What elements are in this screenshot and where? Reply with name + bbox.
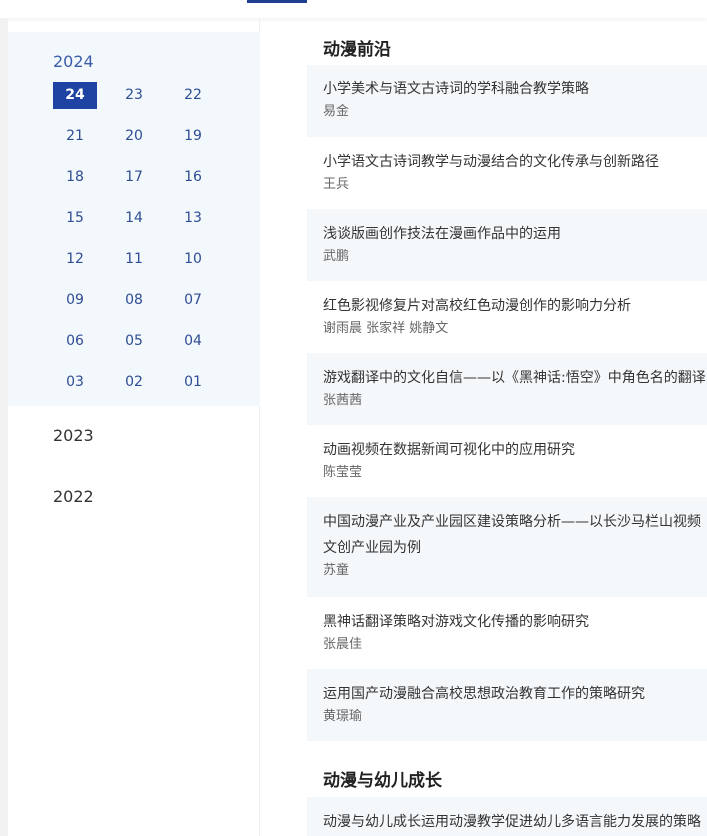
issue-10[interactable]: 10 <box>171 246 215 273</box>
issue-18[interactable]: 18 <box>53 164 97 191</box>
article-title[interactable]: 小学语文古诗词教学与动漫结合的文化传承与创新路径 <box>323 149 707 175</box>
year-2023-label[interactable]: 2023 <box>53 426 94 445</box>
issue-17[interactable]: 17 <box>112 164 156 191</box>
article-title[interactable]: 运用国产动漫融合高校思想政治教育工作的策略研究 <box>323 681 707 707</box>
article-item[interactable]: 中国动漫产业及产业园区建设策略分析——以长沙马栏山视频文创产业园为例 苏童 <box>307 497 707 597</box>
issue-22[interactable]: 22 <box>171 82 215 109</box>
article-item[interactable]: 游戏翻译中的文化自信——以《黑神话:悟空》中角色名的翻译 张茜茜 <box>307 353 707 425</box>
article-item[interactable]: 红色影视修复片对高校红色动漫创作的影响力分析 谢雨晨 张家祥 姚静文 <box>307 281 707 353</box>
issue-23[interactable]: 23 <box>112 82 156 109</box>
article-authors: 武鹏 <box>323 249 350 264</box>
article-title[interactable]: 浅谈版画创作技法在漫画作品中的运用 <box>323 221 707 247</box>
issue-07[interactable]: 07 <box>171 287 215 314</box>
article-title[interactable]: 小学美术与语文古诗词的学科融合教学策略 <box>323 76 707 102</box>
issue-16[interactable]: 16 <box>171 164 215 191</box>
article-item[interactable]: 黑神话翻译策略对游戏文化传播的影响研究 张晨佳 <box>307 597 707 669</box>
year-2024-label[interactable]: 2024 <box>53 52 94 71</box>
article-authors: 陈莹莹 <box>323 465 363 480</box>
article-title[interactable]: 黑神话翻译策略对游戏文化传播的影响研究 <box>323 609 707 635</box>
article-authors: 张茜茜 <box>323 393 363 408</box>
issue-11[interactable]: 11 <box>112 246 156 273</box>
issue-05[interactable]: 05 <box>112 328 156 355</box>
issue-01[interactable]: 01 <box>171 369 215 396</box>
article-title[interactable]: 红色影视修复片对高校红色动漫创作的影响力分析 <box>323 293 707 319</box>
issue-21[interactable]: 21 <box>53 123 97 150</box>
article-authors: 王兵 <box>323 177 350 192</box>
year-2022-label[interactable]: 2022 <box>53 487 94 506</box>
article-authors: 张晨佳 <box>323 637 363 652</box>
issue-20[interactable]: 20 <box>112 123 156 150</box>
article-authors: 易金 <box>323 104 350 119</box>
active-tab-indicator <box>247 0 307 3</box>
article-authors: 谢雨晨 张家祥 姚静文 <box>323 321 449 336</box>
article-title[interactable]: 游戏翻译中的文化自信——以《黑神话:悟空》中角色名的翻译 <box>323 365 707 391</box>
issue-14[interactable]: 14 <box>112 205 156 232</box>
issue-13[interactable]: 13 <box>171 205 215 232</box>
issue-03[interactable]: 03 <box>53 369 97 396</box>
issue-24[interactable]: 24 <box>53 82 97 109</box>
article-list: 动漫前沿 小学美术与语文古诗词的学科融合教学策略 易金 小学语文古诗词教学与动漫… <box>307 18 707 836</box>
article-authors: 苏童 <box>323 563 350 578</box>
section-title: 动漫前沿 <box>323 40 391 60</box>
issue-12[interactable]: 12 <box>53 246 97 273</box>
issue-08[interactable]: 08 <box>112 287 156 314</box>
article-title[interactable]: 动漫与幼儿成长运用动漫教学促进幼儿多语言能力发展的策略 <box>323 809 707 835</box>
top-nav-bar <box>0 0 707 18</box>
article-item[interactable]: 浅谈版画创作技法在漫画作品中的运用 武鹏 <box>307 209 707 281</box>
article-title[interactable]: 动画视频在数据新闻可视化中的应用研究 <box>323 437 707 463</box>
issue-19[interactable]: 19 <box>171 123 215 150</box>
article-item[interactable]: 动漫与幼儿成长运用动漫教学促进幼儿多语言能力发展的策略 <box>307 797 707 836</box>
left-edge-divider <box>0 18 8 836</box>
issue-06[interactable]: 06 <box>53 328 97 355</box>
article-item[interactable]: 小学美术与语文古诗词的学科融合教学策略 易金 <box>307 65 707 137</box>
issue-15[interactable]: 15 <box>53 205 97 232</box>
article-authors: 黄璟瑜 <box>323 709 363 724</box>
issue-09[interactable]: 09 <box>53 287 97 314</box>
article-item[interactable]: 小学语文古诗词教学与动漫结合的文化传承与创新路径 王兵 <box>307 137 707 209</box>
issue-04[interactable]: 04 <box>171 328 215 355</box>
article-title[interactable]: 中国动漫产业及产业园区建设策略分析——以长沙马栏山视频文创产业园为例 <box>323 509 707 561</box>
section-title: 动漫与幼儿成长 <box>323 771 442 791</box>
article-item[interactable]: 运用国产动漫融合高校思想政治教育工作的策略研究 黄璟瑜 <box>307 669 707 741</box>
issue-sidebar: 2024 24 23 22 21 20 19 18 17 16 15 14 13… <box>8 18 260 836</box>
year-2024-panel: 2024 24 23 22 21 20 19 18 17 16 15 14 13… <box>8 32 260 406</box>
article-item[interactable]: 动画视频在数据新闻可视化中的应用研究 陈莹莹 <box>307 425 707 497</box>
issue-02[interactable]: 02 <box>112 369 156 396</box>
